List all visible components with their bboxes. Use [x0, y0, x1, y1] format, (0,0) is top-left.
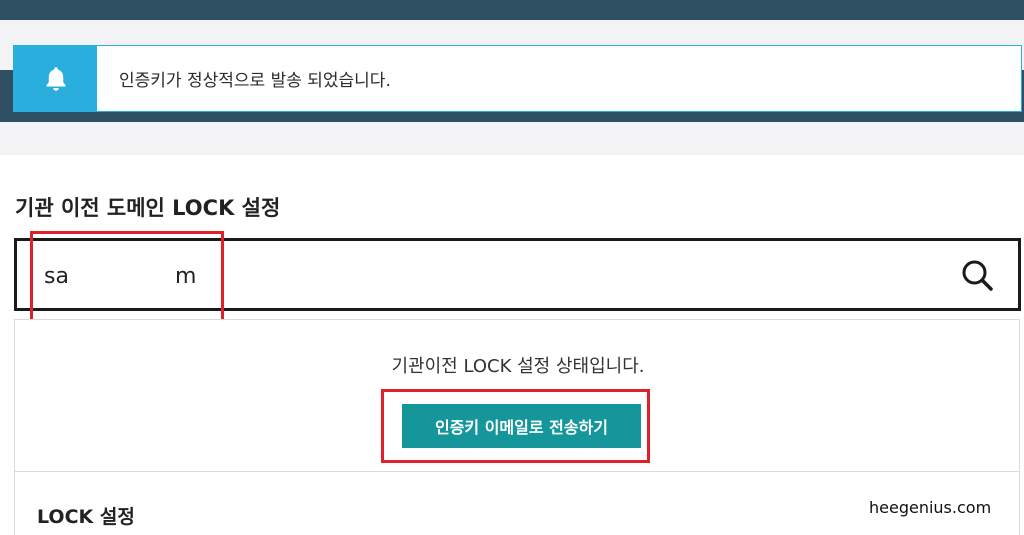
notification-message: 인증키가 정상적으로 발송 되었습니다.: [119, 71, 391, 91]
lock-status-message: 기관이전 LOCK 설정 상태입니다.: [391, 356, 645, 377]
notification-icon-box: [14, 46, 97, 111]
lock-settings-title: LOCK 설정: [37, 506, 135, 528]
highlight-box-input: [30, 231, 224, 323]
watermark-text: heegenius.com: [869, 498, 992, 517]
highlight-box-button: [381, 389, 650, 463]
page-title: 기관 이전 도메인 LOCK 설정: [15, 196, 281, 220]
top-nav-bar: [0, 0, 1024, 20]
bell-icon: [45, 66, 66, 91]
notification-banner: 인증키가 정상적으로 발송 되었습니다.: [13, 45, 1022, 112]
search-icon[interactable]: [960, 258, 994, 292]
